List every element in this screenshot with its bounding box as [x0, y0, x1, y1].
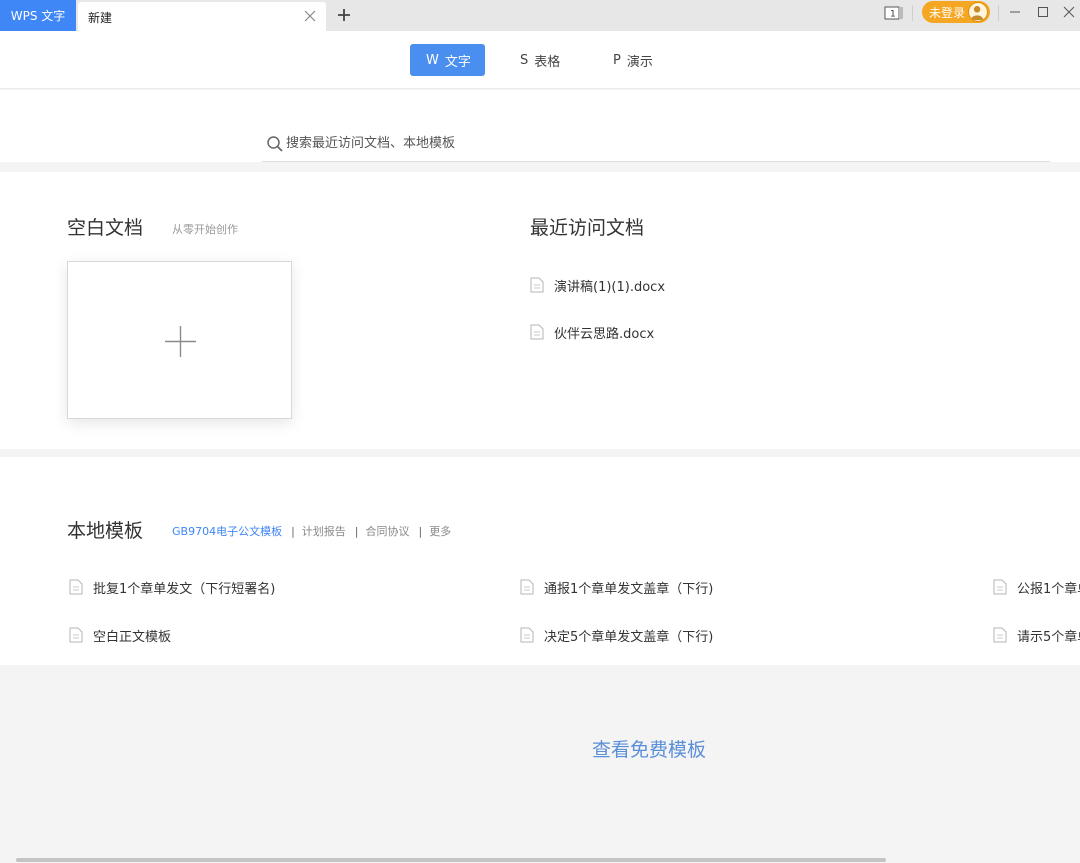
recent-document-item[interactable]: 伙伴云思路.docx [530, 322, 654, 342]
document-tab-label: 新建 [88, 11, 113, 25]
template-name: 请示5个章单 [1017, 629, 1080, 645]
spreadsheet-icon: S [520, 52, 529, 68]
category-contract[interactable]: 合同协议 [366, 523, 410, 539]
window-mode-icon[interactable]: 1 [884, 5, 904, 21]
svg-text:1: 1 [890, 10, 896, 20]
document-icon [993, 579, 1007, 595]
divider [912, 5, 913, 21]
category-gb9704[interactable]: GB9704电子公文模板 [172, 523, 282, 539]
recent-document-item[interactable]: 演讲稿(1)(1).docx [530, 275, 665, 295]
tab-presentation-label: 演示 [626, 54, 653, 70]
template-name: 决定5个章单发文盖章（下行) [544, 629, 714, 645]
add-tab-icon[interactable] [335, 6, 353, 24]
document-icon [530, 324, 544, 340]
app-tab-label: WPS 文字 [10, 9, 66, 23]
maximize-icon[interactable] [1035, 4, 1051, 20]
category-separator: | [418, 524, 423, 538]
blank-document-subtitle: 从零开始创作 [172, 223, 238, 236]
login-button[interactable]: 未登录 [922, 1, 990, 23]
avatar-icon [968, 2, 988, 22]
template-name: 通报1个章单发文盖章（下行) [544, 581, 714, 597]
blank-document-title: 空白文档 [67, 217, 144, 239]
app-tab[interactable]: WPS 文字 [0, 0, 76, 31]
template-item[interactable]: 公报1个章单 [993, 577, 1080, 597]
category-more[interactable]: 更多 [429, 523, 451, 539]
view-free-templates-link[interactable]: 查看免费模板 [592, 735, 706, 762]
tab-spreadsheet-label: 表格 [534, 54, 561, 70]
template-name: 批复1个章单发文（下行短署名) [93, 581, 276, 597]
document-type-bar: W 文字 S 表格 P 演示 [0, 31, 1080, 89]
document-tab[interactable]: 新建 [78, 2, 326, 31]
recent-documents-title: 最近访问文档 [530, 217, 645, 239]
category-separator: | [291, 524, 295, 538]
login-label: 未登录 [929, 5, 966, 20]
tab-spreadsheet[interactable]: S 表格 [520, 44, 560, 76]
document-icon [69, 579, 83, 595]
title-bar: WPS 文字 新建 1 未登录 [0, 0, 1080, 31]
local-templates-section: 本地模板 GB9704电子公文模板 | 计划报告 | 合同协议 | 更多 批复1… [0, 457, 1080, 665]
minimize-icon[interactable] [1007, 4, 1023, 20]
template-item[interactable]: 批复1个章单发文（下行短署名) [69, 577, 275, 597]
plus-icon [165, 326, 196, 357]
document-icon [69, 627, 83, 643]
template-item[interactable]: 通报1个章单发文盖章（下行) [520, 577, 713, 597]
tab-writer[interactable]: W 文字 [410, 44, 485, 76]
search-input[interactable] [286, 132, 986, 154]
search-bar[interactable] [262, 126, 1050, 162]
document-icon [520, 627, 534, 643]
search-area [0, 90, 1080, 162]
category-plan-report[interactable]: 计划报告 [302, 523, 346, 539]
document-icon [520, 579, 534, 595]
document-icon [530, 277, 544, 293]
template-item[interactable]: 决定5个章单发文盖章（下行) [520, 625, 713, 645]
close-icon[interactable] [304, 10, 316, 22]
tab-presentation[interactable]: P 演示 [613, 44, 653, 76]
tab-writer-label: 文字 [444, 54, 471, 70]
recent-document-name: 伙伴云思路.docx [554, 326, 655, 342]
blank-and-recent-section: 空白文档 从零开始创作 最近访问文档 演讲稿(1)(1).docx 伙伴云思路.… [0, 172, 1080, 449]
local-templates-title: 本地模板 [67, 520, 144, 542]
search-icon [267, 136, 283, 152]
presentation-icon: P [613, 52, 621, 68]
template-name: 空白正文模板 [93, 629, 172, 645]
new-blank-document-button[interactable] [67, 261, 292, 419]
document-icon [993, 627, 1007, 643]
writer-icon: W [426, 52, 439, 68]
template-categories: GB9704电子公文模板 | 计划报告 | 合同协议 | 更多 [172, 523, 451, 539]
template-name: 公报1个章单 [1017, 581, 1080, 597]
template-item[interactable]: 空白正文模板 [69, 625, 171, 645]
divider [998, 5, 999, 21]
recent-document-name: 演讲稿(1)(1).docx [554, 279, 666, 295]
close-window-icon[interactable] [1061, 4, 1077, 20]
horizontal-scrollbar[interactable] [16, 858, 886, 862]
template-item[interactable]: 请示5个章单 [993, 625, 1080, 645]
category-separator: | [354, 524, 359, 538]
